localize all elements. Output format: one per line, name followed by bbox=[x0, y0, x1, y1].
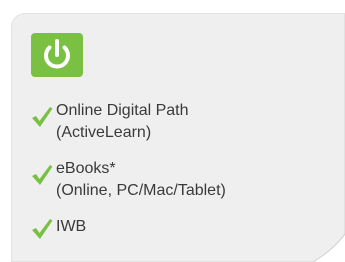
page-curl-decoration bbox=[312, 233, 345, 262]
feature-panel: Online Digital Path (ActiveLearn) eBooks… bbox=[0, 0, 345, 262]
feature-item-line2: (ActiveLearn) bbox=[56, 124, 152, 141]
feature-item-line1: Online Digital Path bbox=[56, 102, 189, 119]
feature-item-line2: (Online, PC/Mac/Tablet) bbox=[56, 182, 226, 199]
checkmark-icon bbox=[32, 165, 53, 185]
feature-item-line1: eBooks* bbox=[56, 160, 116, 177]
power-badge bbox=[31, 33, 83, 77]
power-icon bbox=[44, 39, 70, 69]
feature-item-label: eBooks* (Online, PC/Mac/Tablet) bbox=[56, 158, 226, 202]
feature-item-line1: IWB bbox=[56, 218, 87, 235]
feature-item-label: IWB bbox=[56, 216, 86, 238]
feature-item-label: Online Digital Path (ActiveLearn) bbox=[56, 100, 189, 144]
checkmark-icon bbox=[32, 219, 53, 239]
checkmark-icon bbox=[32, 107, 53, 127]
